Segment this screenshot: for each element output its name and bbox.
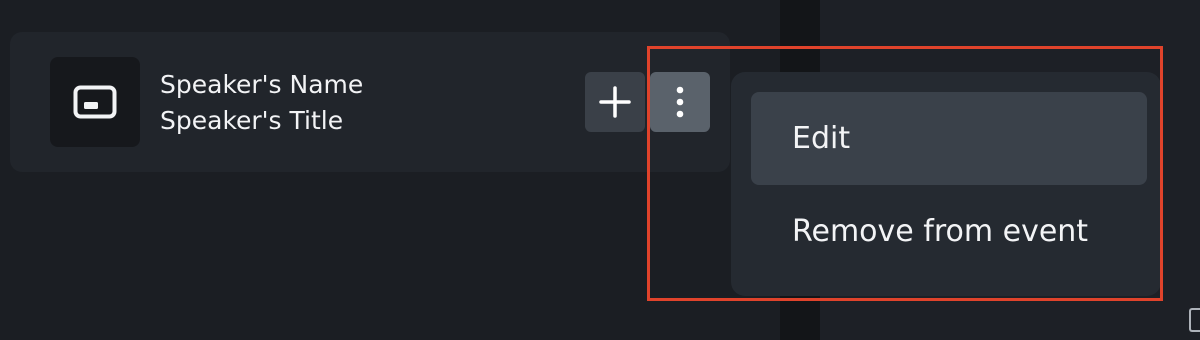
menu-item-label: Edit	[792, 121, 851, 156]
add-button[interactable]	[585, 72, 645, 132]
menu-item-edit[interactable]: Edit	[751, 92, 1147, 185]
plus-icon	[599, 86, 631, 118]
menu-item-label: Remove from event	[792, 214, 1089, 249]
id-card-icon	[73, 85, 117, 119]
speaker-info: Speaker's Name Speaker's Title	[160, 67, 363, 139]
vertical-ellipsis-icon	[676, 86, 684, 118]
speaker-title: Speaker's Title	[160, 106, 344, 135]
panel-toggle-icon[interactable]	[1189, 308, 1200, 332]
options-dropdown-menu: Edit Remove from event	[731, 72, 1161, 296]
menu-item-remove-from-event[interactable]: Remove from event	[751, 185, 1147, 278]
speaker-avatar	[50, 57, 140, 147]
speaker-name: Speaker's Name	[160, 70, 364, 99]
speaker-card: Speaker's Name Speaker's Title	[10, 32, 730, 172]
more-options-button[interactable]	[650, 72, 710, 132]
